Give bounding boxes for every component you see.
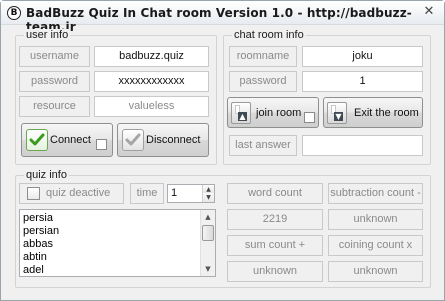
password-input[interactable]: xxxxxxxxxxxx [94,71,209,92]
resource-input[interactable]: valueless [94,96,209,117]
word-list[interactable]: persia persian abbas abtin adel ▲ ▼ [19,209,216,277]
arrow-up-icon: ▲ [231,102,251,124]
title-bar[interactable]: B BadBuzz Quiz In Chat room Version 1.0 … [1,1,444,34]
list-item[interactable]: adel [23,264,59,276]
subtraction-count-value: unknown [328,209,423,230]
last-answer-input[interactable] [302,135,423,156]
close-icon[interactable]: ✕ [422,5,436,19]
join-room-label: join room [256,107,302,119]
quiz-deactive-checkbox[interactable] [27,187,40,200]
connect-button[interactable]: Connect [21,123,113,157]
roomname-input[interactable]: joku [302,46,423,67]
username-label: username [19,46,90,67]
word-list-scrollbar[interactable]: ▲ ▼ [200,210,215,276]
disconnect-label: Disconnect [146,134,201,146]
list-item[interactable]: abtin [23,251,59,264]
quiz-deactive-toggle[interactable]: quiz deactive [19,183,124,204]
time-value: 1 [171,187,178,199]
user-info-legend: user info [24,29,71,41]
app-window: B BadBuzz Quiz In Chat room Version 1.0 … [0,0,445,301]
check-icon [122,129,144,151]
quiz-deactive-label: quiz deactive [46,187,111,199]
list-item[interactable]: persian [23,225,59,238]
stepper-down-icon[interactable]: ▼ [202,193,214,202]
subtraction-count-label: subtraction count - [328,183,423,204]
word-count-value: 2219 [227,209,323,230]
scroll-up-icon[interactable]: ▲ [201,210,215,224]
resource-label: resource [19,96,90,117]
room-password-label: password [229,71,297,92]
list-item[interactable]: abbas [23,238,59,251]
scroll-down-icon[interactable]: ▼ [201,262,215,276]
exit-room-button[interactable]: ▼ Exit the room [323,97,423,128]
word-list-items: persia persian abbas abtin adel [23,212,59,276]
arrow-down-icon: ▼ [327,102,347,124]
disconnect-button[interactable]: Disconnect [117,123,209,157]
room-password-input[interactable]: 1 [302,71,423,92]
app-logo-icon: B [7,6,21,20]
roomname-label: roomname [229,46,297,67]
password-label: password [19,71,90,92]
sum-count-value: unknown [227,261,323,282]
coining-count-label: coining count x [328,235,423,256]
chat-room-info-legend: chat room info [232,29,306,41]
scroll-thumb[interactable] [202,225,214,241]
time-label: time [130,183,164,204]
coining-count-value: unknown [328,261,423,282]
exit-room-label: Exit the room [354,107,419,119]
check-icon [26,129,48,151]
username-input[interactable]: badbuzz.quiz [94,46,209,67]
sum-count-label: sum count + [227,235,323,256]
connect-status-box [96,139,107,150]
word-count-label: word count [227,183,323,204]
time-stepper[interactable]: 1 ▲ ▼ [167,184,215,203]
join-room-button[interactable]: ▲ join room [227,97,319,128]
list-item[interactable]: persia [23,212,59,225]
connect-label: Connect [50,134,91,146]
quiz-info-legend: quiz info [24,169,69,181]
last-answer-label: last answer [229,135,297,156]
join-status-box [304,112,315,123]
